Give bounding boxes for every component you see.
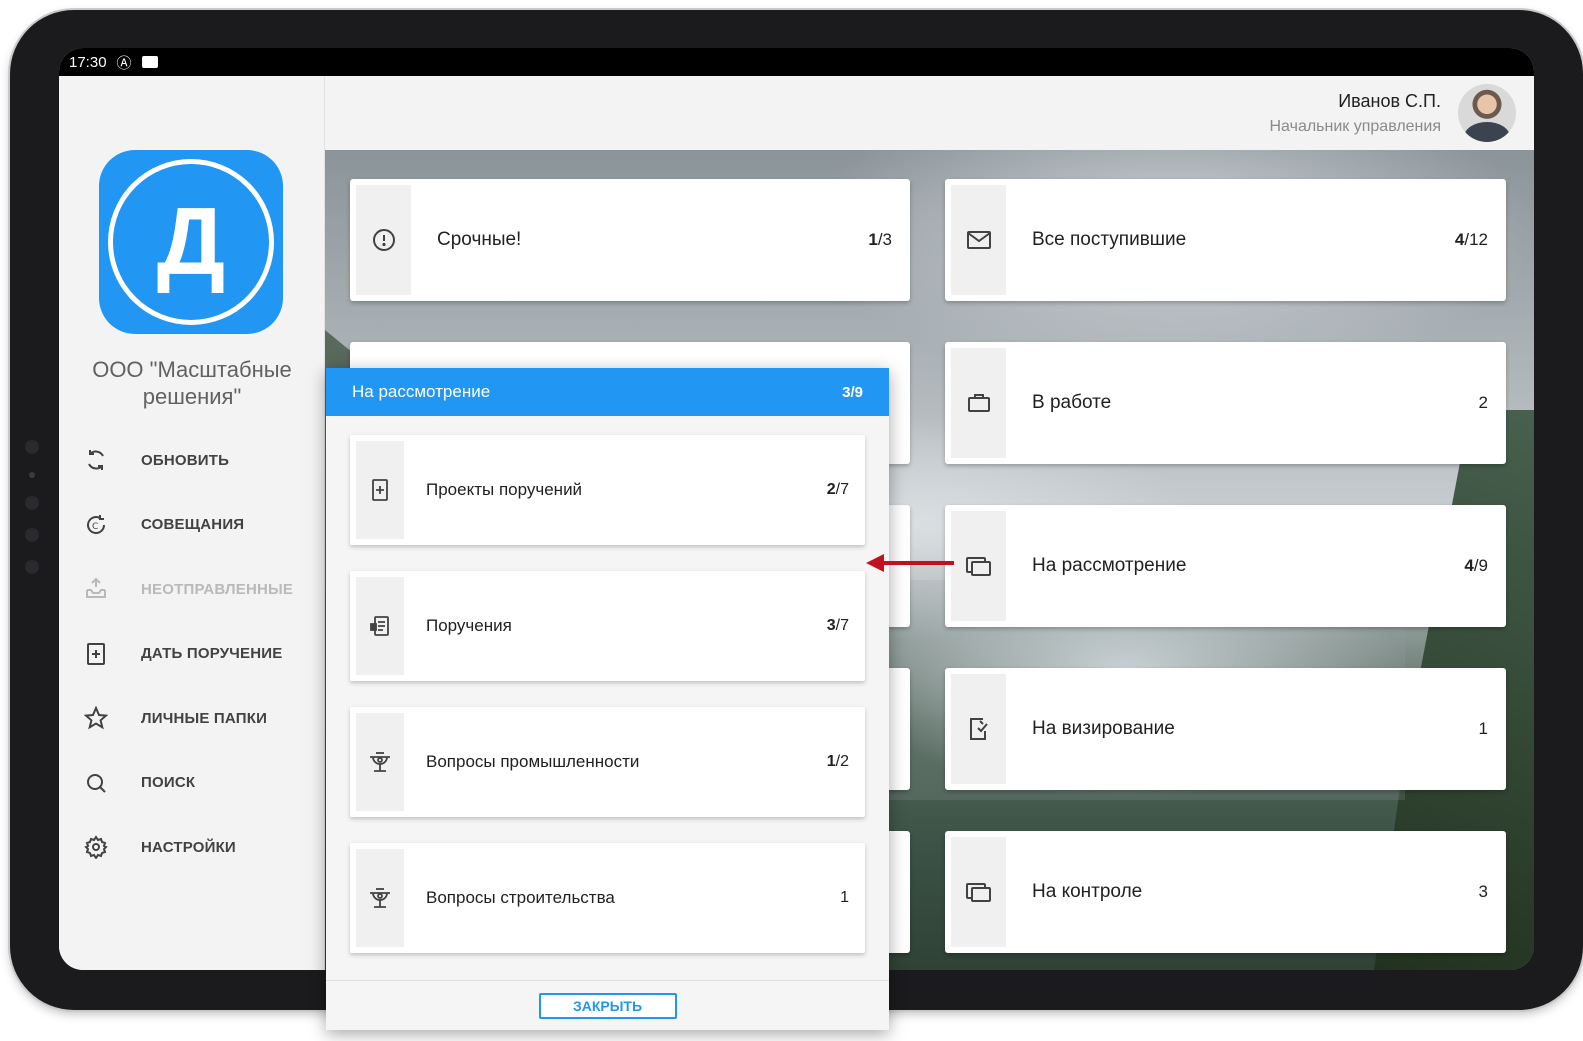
menu-label: НАСТРОЙКИ [141,838,236,856]
mail-icon [951,185,1006,295]
star-icon [83,705,109,731]
user-name: Иванов С.П. [1338,91,1441,111]
top-header: Иванов С.П. Начальник управления [325,76,1534,150]
tile-count: 4/9 [1464,556,1488,575]
popup-header: На рассмотрение 3/9 [326,368,889,416]
user-role: Начальник управления [1269,118,1442,135]
popup-footer: ЗАКРЫТЬ [326,980,889,1030]
app-logo: Д [99,150,283,334]
popup-item-draft-orders[interactable]: Проекты поручений 2/7 [350,435,865,545]
popup-item-industry[interactable]: Вопросы промышленности 1/2 [350,707,865,817]
tile-all-incoming[interactable]: Все поступившие 4/12 [945,179,1506,301]
industry-icon [356,713,404,811]
sidebar: Д ООО "Масштабные решения" ОБНОВИТЬ C СО… [59,76,325,970]
tile-count: 3 [1478,882,1488,901]
tile-for-review[interactable]: На рассмотрение 4/9 [945,505,1506,627]
popup-item-construction[interactable]: Вопросы строительства 1 [350,843,865,953]
tile-count: 1 [1478,719,1488,738]
tile-urgent[interactable]: Срочные! 1/3 [350,179,910,301]
tile-in-progress[interactable]: В работе 2 [945,342,1506,464]
outbox-icon [83,576,109,602]
popup-item-label: Поручения [426,616,512,635]
red-arrow-annotation [866,554,954,572]
menu-label: ОБНОВИТЬ [141,451,230,469]
menu-item-give-order[interactable]: ДАТЬ ПОРУЧЕНИЕ [59,622,325,687]
close-button[interactable]: ЗАКРЫТЬ [538,992,677,1019]
avatar[interactable] [1458,84,1516,142]
review-popup: На рассмотрение 3/9 Проекты поручений 2/… [326,368,889,1030]
tile-for-signing[interactable]: На визирование 1 [945,668,1506,790]
sign-document-icon [951,674,1006,784]
status-bar: 17:30 Ⓐ [59,48,1534,76]
menu-label: ПОИСК [141,774,196,792]
popup-item-count: 1 [840,889,849,906]
logo-letter: Д [108,159,274,325]
folders-icon [951,511,1006,621]
menu-label: ДАТЬ ПОРУЧЕНИЕ [141,645,283,663]
meetings-icon: C [83,512,109,538]
svg-text:C: C [92,522,98,532]
menu-item-personal-folders[interactable]: ЛИЧНЫЕ ПАПКИ [59,686,325,751]
status-time: 17:30 [69,53,107,71]
tile-count: 1/3 [868,230,892,249]
menu-item-search[interactable]: ПОИСК [59,751,325,816]
folders-icon [951,837,1006,947]
tile-label: На визирование [1032,718,1175,739]
popup-item-count: 1/2 [826,753,849,770]
tile-label: В работе [1032,392,1112,413]
menu-item-refresh[interactable]: ОБНОВИТЬ [59,428,325,493]
alert-icon [356,185,411,295]
account-at-icon: Ⓐ [116,54,132,72]
order-document-icon [356,577,404,675]
company-name: ООО "Масштабные решения" [92,357,292,409]
add-document-icon [356,441,404,539]
menu-item-unsent[interactable]: НЕОТПРАВЛЕННЫЕ [59,557,325,622]
popup-item-count: 3/7 [826,617,849,634]
popup-item-orders[interactable]: Поручения 3/7 [350,571,865,681]
add-document-icon [83,641,109,667]
menu-item-settings[interactable]: НАСТРОЙКИ [59,815,325,880]
menu-item-meetings[interactable]: C СОВЕЩАНИЯ [59,493,325,558]
popup-count: 3/9 [842,383,863,401]
search-icon [83,770,109,796]
tile-count: 2 [1478,393,1488,412]
menu-label: НЕОТПРАВЛЕННЫЕ [141,580,294,598]
menu-label: СОВЕЩАНИЯ [141,516,245,534]
camera-dots [25,440,39,592]
menu-label: ЛИЧНЫЕ ПАПКИ [141,709,268,727]
popup-item-label: Проекты поручений [426,480,583,499]
tile-label: На рассмотрение [1032,555,1187,576]
sidebar-menu: ОБНОВИТЬ C СОВЕЩАНИЯ НЕОТПРАВЛЕННЫЕ ДАТЬ… [59,428,325,880]
popup-item-count: 2/7 [826,481,849,498]
industry-icon [356,849,404,947]
tile-count: 4/12 [1454,230,1488,249]
popup-item-label: Вопросы промышленности [426,752,640,771]
gear-icon [83,834,109,860]
tile-label: Срочные! [437,229,522,250]
refresh-icon [83,447,109,473]
briefcase-icon [951,348,1006,458]
tile-label: На контроле [1032,881,1143,902]
popup-title: На рассмотрение [352,382,491,401]
folder-icon [141,56,158,68]
popup-item-label: Вопросы строительства [426,888,615,907]
tile-on-control[interactable]: На контроле 3 [945,831,1506,953]
tile-label: Все поступившие [1032,229,1187,250]
